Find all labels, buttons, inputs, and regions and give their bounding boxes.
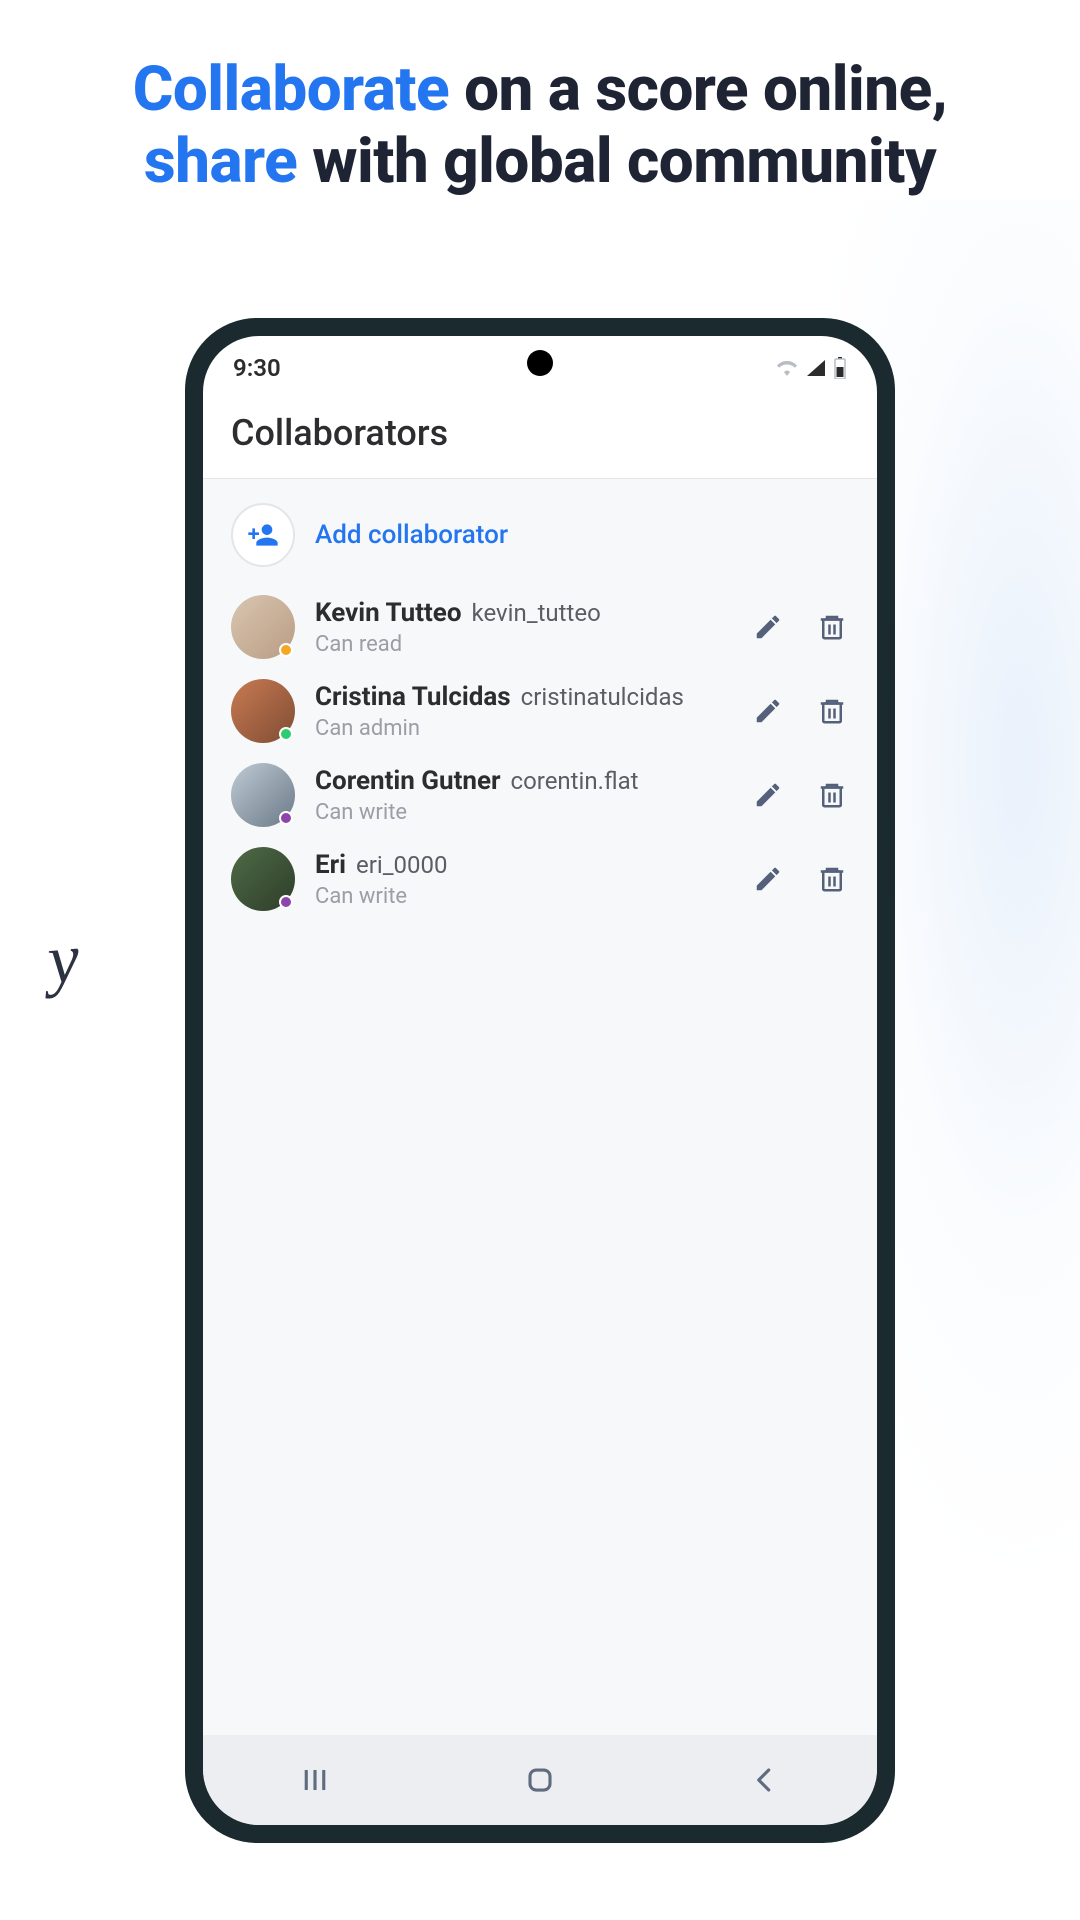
presence-dot	[279, 643, 293, 657]
heading-word-3: share	[144, 125, 297, 198]
content-area: Add collaborator Kevin Tutteo kevin_tutte…	[203, 479, 877, 1735]
collaborator-row: Kevin Tutteo kevin_tutteo Can read	[203, 585, 877, 669]
heading-word-1: Collaborate	[133, 53, 449, 126]
collaborator-permission: Can admin	[315, 716, 731, 741]
delete-button[interactable]	[815, 862, 849, 896]
page-title-bar: Collaborators	[203, 400, 877, 479]
collaborator-row: Eri eri_0000 Can write	[203, 837, 877, 921]
presence-dot	[279, 727, 293, 741]
heading-word-4: with global community	[297, 125, 936, 198]
collaborator-info: Corentin Gutner corentin.flat Can write	[315, 766, 731, 825]
add-person-icon	[231, 503, 295, 567]
collaborator-username: corentin.flat	[511, 767, 639, 795]
status-icons	[775, 357, 847, 379]
avatar	[231, 595, 295, 659]
avatar	[231, 763, 295, 827]
collaborator-info: Kevin Tutteo kevin_tutteo Can read	[315, 598, 731, 657]
collaborator-list: Kevin Tutteo kevin_tutteo Can read Cristina…	[203, 585, 877, 921]
collaborator-row: Corentin Gutner corentin.flat Can write	[203, 753, 877, 837]
collaborator-name: Eri	[315, 850, 346, 880]
decorative-scribble: y	[45, 919, 83, 1001]
edit-button[interactable]	[751, 778, 785, 812]
back-button[interactable]	[745, 1760, 785, 1800]
row-actions	[751, 862, 849, 896]
presence-dot	[279, 895, 293, 909]
marketing-heading: Collaborate on a score online, share wit…	[0, 0, 1080, 198]
delete-button[interactable]	[815, 694, 849, 728]
collaborator-username: kevin_tutteo	[472, 599, 601, 627]
presence-dot	[279, 811, 293, 825]
page-title: Collaborators	[231, 412, 849, 454]
avatar	[231, 847, 295, 911]
collaborator-permission: Can write	[315, 884, 731, 909]
battery-icon	[833, 357, 847, 379]
add-collaborator-label: Add collaborator	[315, 520, 508, 550]
status-time: 9:30	[233, 354, 281, 382]
add-collaborator-button[interactable]: Add collaborator	[203, 497, 877, 585]
edit-button[interactable]	[751, 694, 785, 728]
collaborator-row: Cristina Tulcidas cristinatulcidas Can adm…	[203, 669, 877, 753]
wifi-icon	[775, 358, 799, 378]
row-actions	[751, 610, 849, 644]
home-button[interactable]	[520, 1760, 560, 1800]
cellular-icon	[805, 358, 827, 378]
avatar	[231, 679, 295, 743]
heading-word-2: on a score online,	[449, 53, 947, 126]
collaborator-name: Kevin Tutteo	[315, 598, 462, 628]
edit-button[interactable]	[751, 862, 785, 896]
collaborator-info: Eri eri_0000 Can write	[315, 850, 731, 909]
recent-apps-button[interactable]	[295, 1760, 335, 1800]
collaborator-name: Cristina Tulcidas	[315, 682, 511, 712]
phone-screen: 9:30 Collaborators Add collaborator Kevi…	[203, 336, 877, 1825]
delete-button[interactable]	[815, 610, 849, 644]
collaborator-permission: Can read	[315, 632, 731, 657]
collaborator-username: eri_0000	[356, 851, 447, 879]
phone-frame: 9:30 Collaborators Add collaborator Kevi…	[185, 318, 895, 1843]
camera-cutout	[527, 350, 553, 376]
row-actions	[751, 694, 849, 728]
collaborator-permission: Can write	[315, 800, 731, 825]
row-actions	[751, 778, 849, 812]
system-nav-bar	[203, 1735, 877, 1825]
delete-button[interactable]	[815, 778, 849, 812]
collaborator-info: Cristina Tulcidas cristinatulcidas Can adm…	[315, 682, 731, 741]
edit-button[interactable]	[751, 610, 785, 644]
collaborator-username: cristinatulcidas	[521, 683, 684, 711]
collaborator-name: Corentin Gutner	[315, 766, 501, 796]
